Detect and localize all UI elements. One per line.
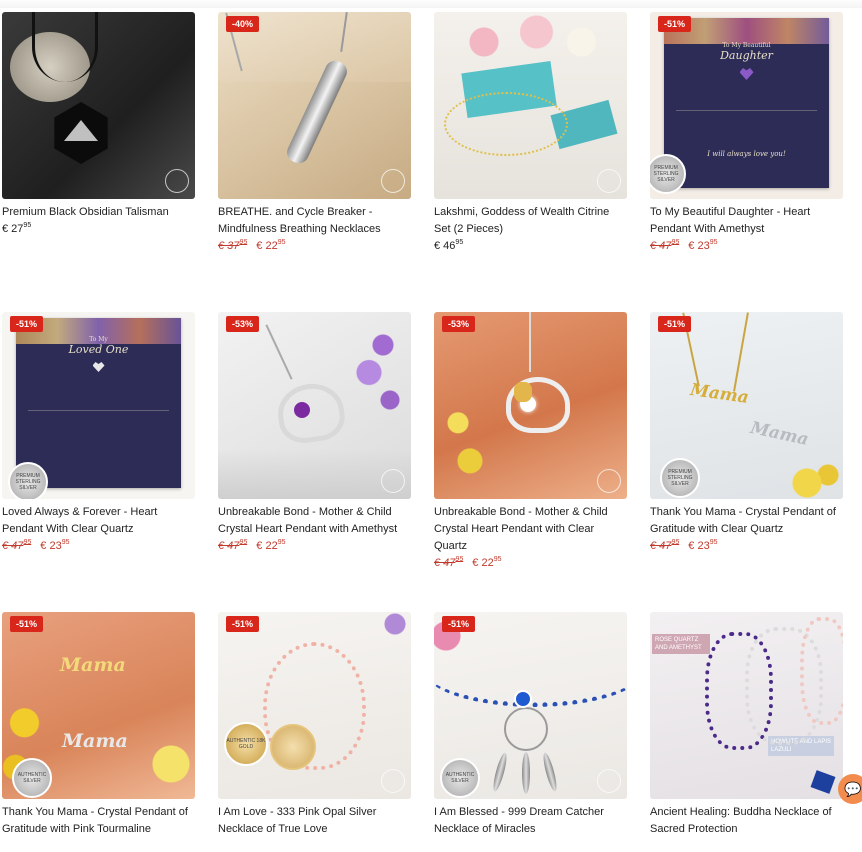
brand-flower-icon	[597, 169, 621, 193]
silver-seal: AUTHENTIC SILVER	[12, 758, 52, 798]
product-title[interactable]: Thank You Mama - Crystal Pendant of Grat…	[650, 504, 843, 538]
product-image[interactable]: To My Loved One -51% PREMIUM STERLING SI…	[2, 312, 195, 499]
product-image[interactable]: Mama Mama -51% AUTHENTIC SILVER	[2, 612, 195, 799]
sale-price: € 2395	[688, 539, 718, 552]
discount-badge: -53%	[442, 316, 476, 332]
price: € 2795	[2, 222, 32, 235]
product-card[interactable]: Mama Mama -51% AUTHENTIC SILVER Thank Yo…	[2, 612, 195, 852]
price-row: € 4795 € 2295	[434, 556, 627, 569]
discount-badge: -40%	[226, 16, 260, 32]
brand-flower-icon	[165, 169, 189, 193]
product-image[interactable]: ROSE QUARTZ AND AMETHYST HOWLITE AND LAP…	[650, 612, 843, 799]
old-price: € 4795	[650, 239, 680, 252]
sale-price: € 2295	[256, 539, 286, 552]
card-closing: I will always love you!	[707, 150, 786, 158]
product-title[interactable]: I Am Love - 333 Pink Opal Silver Necklac…	[218, 804, 411, 838]
product-title[interactable]: Thank You Mama - Crystal Pendant of Grat…	[2, 804, 195, 838]
product-card[interactable]: -53% Unbreakable Bond - Mother & Child C…	[218, 312, 411, 612]
sale-price: € 2295	[472, 556, 502, 569]
product-title[interactable]: I Am Blessed - 999 Dream Catcher Necklac…	[434, 804, 627, 838]
mama-script-silver: Mama	[62, 730, 128, 752]
product-title[interactable]: Lakshmi, Goddess of Wealth Citrine Set (…	[434, 204, 627, 238]
old-price: € 4795	[2, 539, 32, 552]
product-image[interactable]: To My Beautiful Daughter I will always l…	[650, 12, 843, 199]
card-name: Daughter	[720, 49, 773, 62]
brand-flower-icon	[597, 469, 621, 493]
product-card[interactable]: ROSE QUARTZ AND AMETHYST HOWLITE AND LAP…	[650, 612, 843, 852]
mama-script-gold: Mama	[60, 654, 126, 676]
product-card[interactable]: Mama Mama -51% PREMIUM STERLING SILVER T…	[650, 312, 843, 612]
card-heading: To My Beautiful	[722, 42, 771, 49]
product-image[interactable]: -51% AUTHENTIC 18K GOLD	[218, 612, 411, 799]
chat-icon: 💬	[844, 780, 862, 797]
discount-badge: -51%	[442, 616, 476, 632]
product-title[interactable]: Unbreakable Bond - Mother & Child Crysta…	[218, 504, 411, 538]
silver-seal: PREMIUM STERLING SILVER	[660, 458, 700, 498]
product-card[interactable]: Lakshmi, Goddess of Wealth Citrine Set (…	[434, 12, 627, 312]
product-image[interactable]: Mama Mama -51% PREMIUM STERLING SILVER	[650, 312, 843, 499]
mama-script-gold: Mama	[688, 380, 750, 408]
product-image[interactable]: -51% AUTHENTIC SILVER	[434, 612, 627, 799]
sale-price: € 2395	[40, 539, 70, 552]
discount-badge: -51%	[226, 616, 260, 632]
product-image[interactable]: -53%	[218, 312, 411, 499]
product-title[interactable]: BREATHE. and Cycle Breaker - Mindfulness…	[218, 204, 411, 238]
header-shadow	[0, 0, 862, 8]
product-card[interactable]: -40% BREATHE. and Cycle Breaker - Mindfu…	[218, 12, 411, 312]
old-price: € 3795	[218, 239, 248, 252]
product-image[interactable]	[434, 12, 627, 199]
price-row: € 3795 € 2295	[218, 239, 411, 252]
product-image[interactable]	[2, 12, 195, 199]
mama-script-silver: Mama	[748, 418, 811, 450]
sale-price: € 2395	[688, 239, 718, 252]
price-row: € 4795 € 2295	[218, 539, 411, 552]
product-image[interactable]: -53%	[434, 312, 627, 499]
price: € 4695	[434, 239, 464, 252]
brand-flower-icon	[597, 769, 621, 793]
product-card[interactable]: -53% Unbreakable Bond - Mother & Child C…	[434, 312, 627, 612]
product-card[interactable]: To My Loved One -51% PREMIUM STERLING SI…	[2, 312, 195, 612]
chat-button[interactable]: 💬	[838, 774, 862, 804]
price-row: € 4795 € 2395	[650, 539, 843, 552]
product-title[interactable]: Premium Black Obsidian Talisman	[2, 204, 195, 221]
brand-flower-icon	[381, 769, 405, 793]
old-price: € 4795	[434, 556, 464, 569]
price-row: € 4795 € 2395	[650, 239, 843, 252]
price-row: € 4795 € 2395	[2, 539, 195, 552]
discount-badge: -53%	[226, 316, 260, 332]
product-image[interactable]: -40%	[218, 12, 411, 199]
silver-seal: PREMIUM STERLING SILVER	[650, 154, 686, 194]
gift-card-text: To My Beautiful Daughter I will always l…	[676, 42, 817, 176]
label-rose-quartz: ROSE QUARTZ AND AMETHYST	[652, 634, 710, 654]
discount-badge: -51%	[10, 316, 44, 332]
price-row: € 2795	[2, 222, 195, 235]
gold-seal: AUTHENTIC 18K GOLD	[224, 722, 268, 766]
product-grid: Premium Black Obsidian Talisman € 2795 -…	[2, 12, 843, 852]
product-card[interactable]: -51% AUTHENTIC 18K GOLD I Am Love - 333 …	[218, 612, 411, 852]
brand-flower-icon	[381, 169, 405, 193]
discount-badge: -51%	[10, 616, 44, 632]
sale-price: € 2295	[256, 239, 286, 252]
old-price: € 4795	[218, 539, 248, 552]
product-title[interactable]: To My Beautiful Daughter - Heart Pendant…	[650, 204, 843, 238]
discount-badge: -51%	[658, 316, 692, 332]
product-card[interactable]: Premium Black Obsidian Talisman € 2795	[2, 12, 195, 312]
old-price: € 4795	[650, 539, 680, 552]
brand-flower-icon	[381, 469, 405, 493]
discount-badge: -51%	[658, 16, 692, 32]
gift-card-text: To My Loved One	[28, 336, 169, 476]
silver-seal: AUTHENTIC SILVER	[440, 758, 480, 798]
product-title[interactable]: Ancient Healing: Buddha Necklace of Sacr…	[650, 804, 843, 838]
card-name: Loved One	[68, 343, 129, 356]
product-title[interactable]: Unbreakable Bond - Mother & Child Crysta…	[434, 504, 627, 555]
price-row: € 4695	[434, 239, 627, 252]
product-card[interactable]: -51% AUTHENTIC SILVER I Am Blessed - 999…	[434, 612, 627, 852]
card-heading: To My	[89, 336, 108, 343]
product-title[interactable]: Loved Always & Forever - Heart Pendant W…	[2, 504, 195, 538]
product-card[interactable]: To My Beautiful Daughter I will always l…	[650, 12, 843, 312]
silver-seal: PREMIUM STERLING SILVER	[8, 462, 48, 499]
